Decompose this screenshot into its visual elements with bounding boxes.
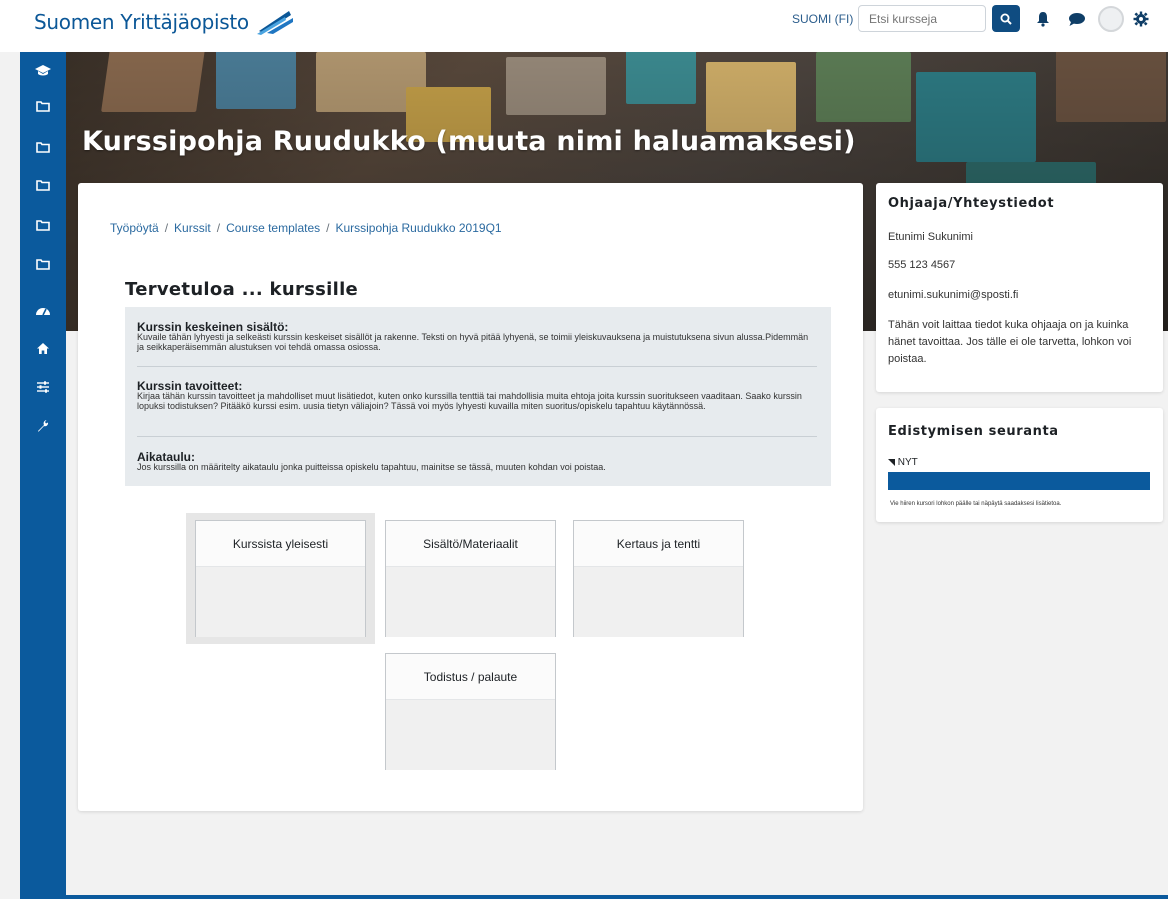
section-tile-materials[interactable]: Sisältö/Materiaalit xyxy=(385,520,556,637)
section-tile-feedback[interactable]: Todistus / palaute xyxy=(385,653,556,770)
contact-phone: 555 123 4567 xyxy=(888,259,956,271)
summary-section-schedule: Aikataulu: Jos kurssilla on määritelty a… xyxy=(137,451,817,473)
messages-button[interactable] xyxy=(1067,9,1087,29)
breadcrumb-category[interactable]: Course templates xyxy=(226,221,320,235)
dock-item-section-2[interactable] xyxy=(20,132,66,162)
welcome-heading: Tervetuloa ... kurssille xyxy=(125,279,359,300)
divider xyxy=(137,436,817,437)
tile-image-area xyxy=(386,567,555,637)
folder-icon xyxy=(36,180,50,191)
course-summary-box: Kurssin keskeinen sisältö: Kuvaile tähän… xyxy=(125,307,831,486)
tile-image-area xyxy=(574,567,743,637)
dock-item-section-5[interactable] xyxy=(20,249,66,279)
progress-block-title: Edistymisen seuranta xyxy=(888,424,1059,439)
summary-section-goals: Kurssin tavoitteet: Kirjaa tähän kurssin… xyxy=(137,380,817,411)
contact-email[interactable]: etunimi.sukunimi@sposti.fi xyxy=(888,289,1018,301)
dock-item-section-4[interactable] xyxy=(20,210,66,240)
course-search-input[interactable] xyxy=(858,5,986,32)
contact-name: Etunimi Sukunimi xyxy=(888,231,973,243)
settings-button[interactable] xyxy=(1131,9,1151,29)
folder-icon xyxy=(36,220,50,231)
dashboard-icon xyxy=(36,308,50,316)
breadcrumb-separator: / xyxy=(216,221,221,235)
breadcrumb-dashboard[interactable]: Työpöytä xyxy=(110,221,159,235)
tile-image-area xyxy=(196,567,365,637)
sliders-icon xyxy=(37,381,49,393)
footer-bar xyxy=(66,895,1168,899)
notifications-button[interactable] xyxy=(1033,9,1053,29)
section-text: Kirjaa tähän kurssin tavoitteet ja mahdo… xyxy=(137,391,802,411)
breadcrumb-separator: / xyxy=(326,221,330,235)
contact-block: Ohjaaja/Yhteystiedot Etunimi Sukunimi 55… xyxy=(876,183,1163,392)
section-text: Kuvaile tähän lyhyesti ja selkeästi kurs… xyxy=(137,332,809,352)
gear-icon xyxy=(1133,11,1149,27)
user-avatar[interactable] xyxy=(1098,6,1124,32)
home-icon xyxy=(37,342,49,354)
site-logo[interactable]: Suomen Yrittäjäopisto xyxy=(34,9,295,35)
progress-now-marker: NYT xyxy=(888,457,918,468)
folder-icon xyxy=(36,142,50,153)
dock-item-dashboard[interactable] xyxy=(20,295,66,325)
wrench-icon xyxy=(38,420,49,432)
section-tile-general[interactable]: Kurssista yleisesti xyxy=(195,520,366,637)
top-navbar: Suomen Yrittäjäopisto SUOMI (FI) xyxy=(0,0,1168,52)
breadcrumb-courses[interactable]: Kurssit xyxy=(174,221,211,235)
tile-title: Sisältö/Materiaalit xyxy=(386,521,555,567)
tile-title: Kurssista yleisesti xyxy=(196,521,365,567)
main-content: Työpöytä / Kurssit / Course templates / … xyxy=(78,183,863,811)
bell-icon xyxy=(1037,12,1049,27)
folder-icon xyxy=(36,259,50,270)
dock-item-section-3[interactable] xyxy=(20,170,66,200)
dock-item-settings[interactable] xyxy=(20,372,66,402)
summary-section-content: Kurssin keskeinen sisältö: Kuvaile tähän… xyxy=(137,321,817,352)
marker-arrow-icon xyxy=(888,458,895,466)
left-dock xyxy=(20,52,66,899)
language-menu[interactable]: SUOMI (FI) xyxy=(792,12,853,26)
page-title: Kurssipohja Ruudukko (muuta nimi haluama… xyxy=(82,126,856,157)
section-tile-exam[interactable]: Kertaus ja tentti xyxy=(573,520,744,637)
dock-item-admin[interactable] xyxy=(20,411,66,441)
section-text: Jos kurssilla on määritelty aikataulu jo… xyxy=(137,462,606,472)
contact-block-title: Ohjaaja/Yhteystiedot xyxy=(888,196,1055,211)
breadcrumb: Työpöytä / Kurssit / Course templates / … xyxy=(110,221,502,235)
tile-title: Todistus / palaute xyxy=(386,654,555,700)
divider xyxy=(137,366,817,367)
folder-icon xyxy=(36,101,50,112)
dock-item-section-1[interactable] xyxy=(20,91,66,121)
site-name: Suomen Yrittäjäopisto xyxy=(34,10,249,34)
search-button[interactable] xyxy=(992,5,1020,32)
progress-now-label: NYT xyxy=(897,457,918,468)
chat-icon xyxy=(1069,12,1085,26)
contact-note: Tähän voit laittaa tiedot kuka ohjaaja o… xyxy=(888,319,1132,365)
graduation-cap-icon xyxy=(35,65,51,76)
tile-image-area xyxy=(386,700,555,770)
logo-mark-icon xyxy=(256,11,293,35)
breadcrumb-current-course[interactable]: Kurssipohja Ruudukko 2019Q1 xyxy=(335,221,501,235)
progress-block: Edistymisen seuranta NYT Vie hiiren kurs… xyxy=(876,408,1163,522)
search-icon xyxy=(1000,13,1012,25)
progress-hint: Vie hiiren kursori lohkon päälle tai näp… xyxy=(890,501,1062,507)
dock-item-course[interactable] xyxy=(20,56,66,86)
dock-item-home[interactable] xyxy=(20,333,66,363)
progress-bar[interactable] xyxy=(888,472,1150,490)
breadcrumb-separator: / xyxy=(164,221,169,235)
tile-title: Kertaus ja tentti xyxy=(574,521,743,567)
